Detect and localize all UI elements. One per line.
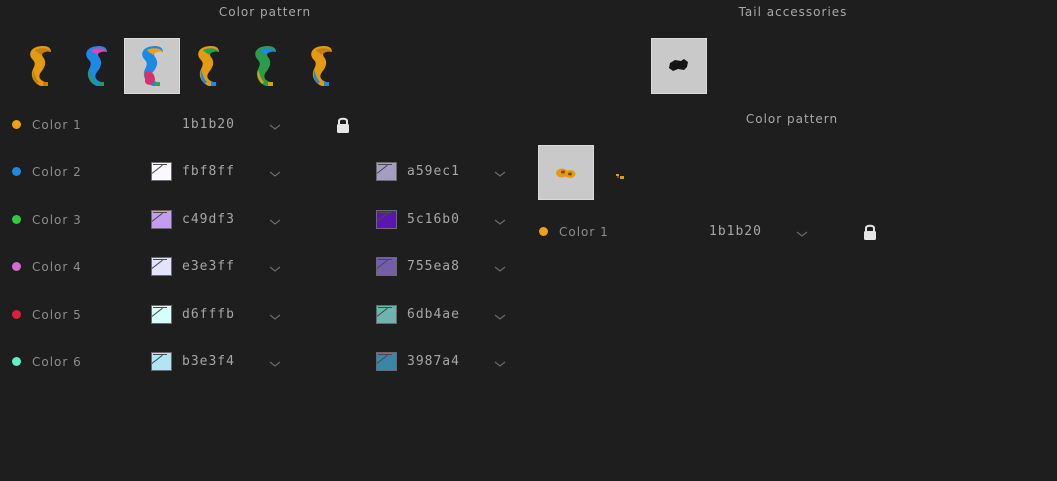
right-color-pattern-title: Color pattern <box>745 112 839 126</box>
color-dot <box>12 262 21 271</box>
chevron-down-icon[interactable] <box>493 264 507 274</box>
color-swatch-secondary[interactable] <box>376 210 397 229</box>
chevron-down-icon[interactable] <box>268 264 282 274</box>
tail-icon <box>142 46 163 86</box>
color-swatch[interactable] <box>151 257 172 276</box>
color-dot <box>12 215 21 224</box>
chevron-down-icon[interactable] <box>268 217 282 227</box>
accessory-pattern-icon <box>556 168 576 178</box>
color-label: Color 2 <box>32 165 82 179</box>
pattern-thumbnail-1[interactable] <box>12 38 68 94</box>
lock-icon[interactable] <box>335 116 351 134</box>
lock-icon[interactable] <box>862 223 878 241</box>
accessory-icon <box>669 59 688 71</box>
hex-value-secondary[interactable]: 755ea8 <box>407 259 460 274</box>
chevron-down-icon[interactable] <box>493 169 507 179</box>
right-pattern-thumbnail-alt[interactable] <box>612 166 634 182</box>
hex-value[interactable]: c49df3 <box>182 212 235 227</box>
tail-icon <box>86 46 107 86</box>
color-dot <box>12 310 21 319</box>
pattern-thumbnail-5[interactable] <box>237 38 293 94</box>
color-dot <box>12 120 21 129</box>
color-dot <box>12 167 21 176</box>
hex-value[interactable]: d6fffb <box>182 307 235 322</box>
color-label: Color 1 <box>32 118 82 132</box>
color-swatch[interactable] <box>151 162 172 181</box>
accessory-thumbnail[interactable] <box>651 38 707 94</box>
color-swatch-secondary[interactable] <box>376 257 397 276</box>
hex-value[interactable]: 1b1b20 <box>182 117 235 132</box>
chevron-down-icon[interactable] <box>268 312 282 322</box>
chevron-down-icon[interactable] <box>795 229 809 239</box>
pattern-thumbnail-2[interactable] <box>68 38 124 94</box>
hex-value-secondary[interactable]: 3987a4 <box>407 354 460 369</box>
hex-value-secondary[interactable]: a59ec1 <box>407 164 460 179</box>
left-color-pattern-title: Color pattern <box>218 5 312 19</box>
color-swatch[interactable] <box>151 352 172 371</box>
hex-value[interactable]: fbf8ff <box>182 164 235 179</box>
color-swatch-secondary[interactable] <box>376 162 397 181</box>
accessory-small-icon <box>616 174 624 179</box>
chevron-down-icon[interactable] <box>493 217 507 227</box>
hex-value-secondary[interactable]: 5c16b0 <box>407 212 460 227</box>
chevron-down-icon[interactable] <box>268 169 282 179</box>
tail-icon <box>255 46 276 86</box>
right-pattern-thumbnail[interactable] <box>538 145 594 200</box>
color-swatch[interactable] <box>151 305 172 324</box>
color-label: Color 1 <box>559 225 609 239</box>
tail-accessories-title: Tail accessories <box>738 5 848 19</box>
color-label: Color 4 <box>32 260 82 274</box>
color-swatch-secondary[interactable] <box>376 352 397 371</box>
color-dot <box>539 227 548 236</box>
chevron-down-icon[interactable] <box>493 312 507 322</box>
hex-value[interactable]: 1b1b20 <box>709 224 762 239</box>
chevron-down-icon[interactable] <box>493 359 507 369</box>
hex-value-secondary[interactable]: 6db4ae <box>407 307 460 322</box>
color-label: Color 5 <box>32 308 82 322</box>
color-label: Color 3 <box>32 213 82 227</box>
pattern-thumbnail-3[interactable] <box>124 38 180 94</box>
chevron-down-icon[interactable] <box>268 122 282 132</box>
color-swatch[interactable] <box>151 210 172 229</box>
color-label: Color 6 <box>32 355 82 369</box>
chevron-down-icon[interactable] <box>268 359 282 369</box>
hex-value[interactable]: e3e3ff <box>182 259 235 274</box>
pattern-thumbnail-6[interactable] <box>293 38 349 94</box>
tail-icon <box>30 46 51 86</box>
tail-icon <box>198 46 219 86</box>
tail-icon <box>311 46 332 86</box>
color-dot <box>12 357 21 366</box>
hex-value[interactable]: b3e3f4 <box>182 354 235 369</box>
pattern-thumbnail-4[interactable] <box>180 38 236 94</box>
color-swatch-secondary[interactable] <box>376 305 397 324</box>
